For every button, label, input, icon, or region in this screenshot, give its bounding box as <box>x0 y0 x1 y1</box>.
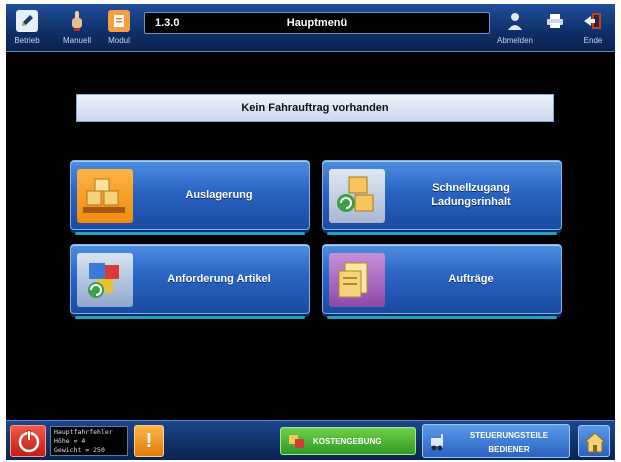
tile-auslagerung[interactable]: Auslagerung <box>70 160 310 235</box>
pencil-icon <box>16 10 38 32</box>
exit-icon <box>582 10 604 32</box>
toolbar-label: Ende <box>583 36 603 45</box>
tile-label: Anforderung Artikel <box>167 273 271 285</box>
status-line: Gewicht = 250 <box>54 446 105 454</box>
user-icon <box>504 10 526 32</box>
button-label: KOSTENGEBUNG <box>313 436 382 446</box>
screen-title: Hauptmenü <box>286 17 348 29</box>
emergency-stop-button[interactable] <box>10 425 46 457</box>
button-label: BEDIENER <box>488 445 530 454</box>
title-bar: 1.3.0 Hauptmenü <box>144 12 490 34</box>
toolbar-button-ende[interactable]: Ende <box>574 6 612 50</box>
toolbar-button-abmelden[interactable]: Abmelden <box>496 6 534 50</box>
operator-control-button[interactable]: STEUERUNGSTEILE BEDIENER <box>422 424 570 458</box>
status-display: Hauptfahrfehler Höhe = 4 Gewicht = 250 <box>50 426 128 456</box>
cart-icon <box>289 435 304 448</box>
document-icon <box>108 10 130 32</box>
tile-label: Schnellzugang Ladungsrinhalt <box>431 182 511 208</box>
toolbar-button-manuell[interactable]: Manuell <box>58 6 96 50</box>
printer-icon <box>544 10 566 32</box>
tile-label: Aufträge <box>448 273 494 285</box>
toolbar-button-betrieb[interactable]: Betrieb <box>8 6 46 50</box>
tile-label: Auslagerung <box>185 189 253 201</box>
request-article-icon <box>77 253 133 307</box>
status-line: Hauptfahrfehler <box>54 428 113 436</box>
toolbar-label: Abmelden <box>496 36 534 45</box>
boxes-storage-icon <box>77 169 133 223</box>
button-label: STEUERUNGSTEILE <box>469 431 549 440</box>
toolbar-label: Betrieb <box>14 36 40 45</box>
power-icon <box>18 430 40 453</box>
tile-schnellzugang[interactable]: Schnellzugang Ladungsrinhalt <box>322 160 562 235</box>
toolbar-label: Manuell <box>62 36 91 45</box>
status-line: Höhe = 4 <box>54 437 86 445</box>
warning-icon: ! <box>145 429 153 452</box>
warning-button[interactable]: ! <box>134 425 164 457</box>
tile-anforderung-artikel[interactable]: Anforderung Artikel <box>70 244 310 319</box>
home-icon <box>583 432 607 453</box>
status-banner: Kein Fahrauftrag vorhanden <box>76 94 554 122</box>
forklift-icon <box>431 434 443 451</box>
package-refresh-icon <box>329 169 385 223</box>
hand-icon <box>66 10 88 32</box>
home-button[interactable] <box>578 425 610 457</box>
kostengebung-button[interactable]: KOSTENGEBUNG <box>280 427 416 455</box>
tile-auftraege[interactable]: Aufträge <box>322 244 562 319</box>
hmi-screen: Betrieb Manuell Modul 1.3.0 Hauptmenü Ab… <box>6 4 615 460</box>
orders-icon <box>329 253 385 307</box>
toolbar-button-print[interactable] <box>536 6 574 50</box>
bottom-toolbar: Hauptfahrfehler Höhe = 4 Gewicht = 250 !… <box>6 420 615 460</box>
toolbar-label: Modul <box>108 36 130 45</box>
top-toolbar: Betrieb Manuell Modul 1.3.0 Hauptmenü Ab… <box>6 4 615 52</box>
toolbar-button-modul[interactable]: Modul <box>100 6 138 50</box>
